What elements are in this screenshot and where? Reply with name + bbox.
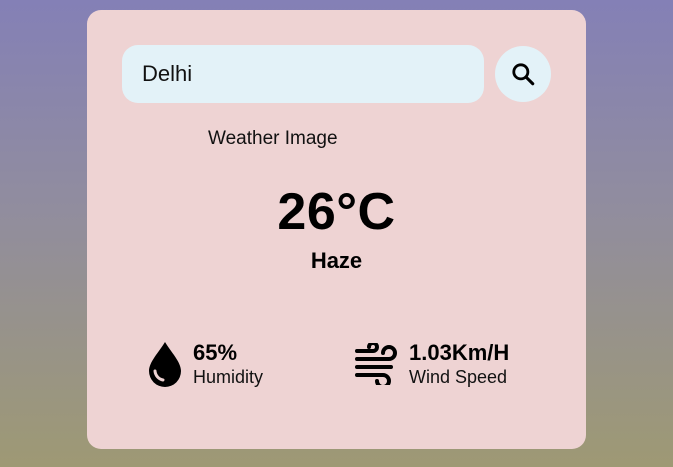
- wind-speed-value: 1.03Km/H: [409, 340, 510, 365]
- weather-condition: Haze: [310, 248, 363, 273]
- wind-icon: [353, 343, 401, 385]
- humidity-label: Humidity: [193, 367, 264, 387]
- search-button[interactable]: [495, 46, 551, 102]
- water-drop-icon: [145, 340, 185, 388]
- wind-stat: 1.03Km/H Wind Speed: [353, 340, 509, 388]
- humidity-stat: 65% Humidity: [145, 340, 263, 388]
- weather-card: Weather Image 26°C Haze 65% Humidity 1.0…: [87, 10, 586, 449]
- search-icon: [512, 63, 535, 86]
- humidity-value: 65%: [193, 340, 238, 365]
- temperature: 26°C: [277, 183, 396, 241]
- wind-speed-label: Wind Speed: [409, 367, 508, 387]
- city-search-input[interactable]: [122, 45, 484, 103]
- weather-image: Weather Image: [208, 128, 338, 149]
